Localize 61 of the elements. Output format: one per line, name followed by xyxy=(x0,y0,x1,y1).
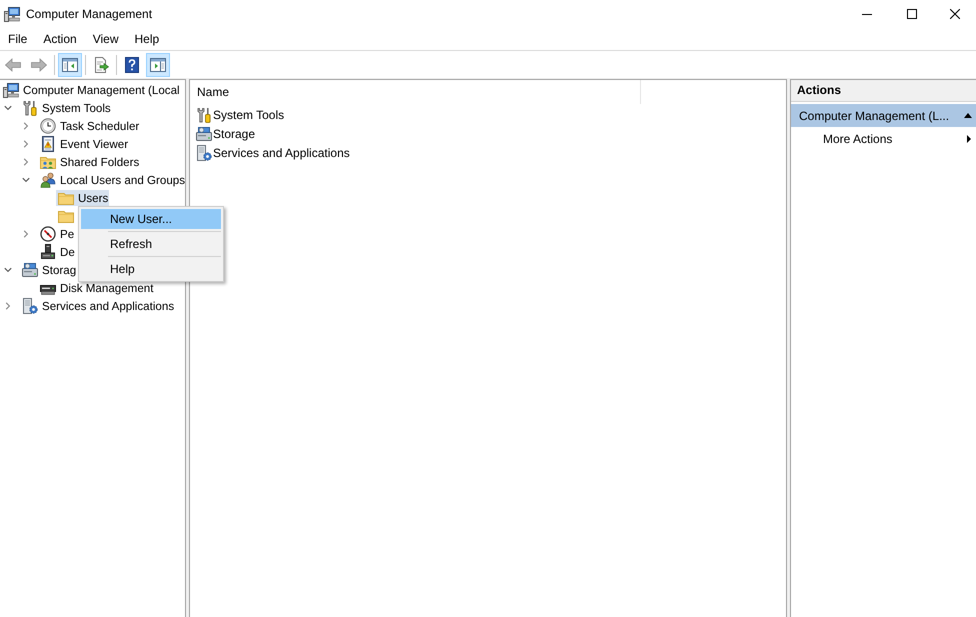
computer-icon xyxy=(4,6,20,22)
pane-header: Actions xyxy=(791,80,976,102)
chevron-right-icon[interactable] xyxy=(22,158,30,166)
show-actions-button[interactable] xyxy=(146,52,170,76)
tree-item[interactable]: Disk Management xyxy=(38,280,154,296)
chevron-down-icon[interactable] xyxy=(4,104,12,112)
wrench-screwdriver-icon xyxy=(22,100,38,116)
menu-item[interactable]: View xyxy=(84,29,126,49)
tree-item[interactable]: Storag xyxy=(20,262,78,278)
wrench-screwdriver-icon xyxy=(196,106,212,122)
storage-drive-icon xyxy=(196,126,212,142)
chevron-right-icon[interactable] xyxy=(22,230,30,238)
chevron-down-icon[interactable] xyxy=(4,266,12,274)
clock-icon xyxy=(40,118,56,134)
list-item[interactable]: System Tools xyxy=(196,106,284,122)
chevron-right-icon[interactable] xyxy=(22,140,30,148)
document-arrow-icon xyxy=(93,56,109,72)
device-icon xyxy=(40,244,56,260)
menu-item[interactable]: Action xyxy=(35,29,85,49)
window-title: Computer Management xyxy=(26,7,154,21)
action-section-header[interactable]: Computer Management (L... xyxy=(791,104,976,127)
tree-item[interactable]: Services and Applications xyxy=(20,298,176,314)
left-arrow-icon xyxy=(5,56,21,72)
shared-folder-icon xyxy=(40,154,56,170)
menu-item[interactable]: New User... xyxy=(81,209,221,229)
menu-item[interactable]: File xyxy=(0,29,36,49)
help-icon xyxy=(124,56,140,72)
tree-item[interactable]: De xyxy=(38,244,76,260)
folder-icon xyxy=(58,190,74,206)
tree-item[interactable]: Computer Management (Local xyxy=(1,82,181,98)
pane-window-icon xyxy=(150,56,166,72)
close-icon xyxy=(950,9,960,19)
server-gear-icon xyxy=(196,144,212,160)
chevron-right-icon[interactable] xyxy=(22,122,30,130)
list-item[interactable]: Services and Applications xyxy=(196,144,350,160)
gauge-icon xyxy=(40,226,56,242)
menu-item[interactable]: Help xyxy=(126,29,168,49)
right-arrow-icon xyxy=(31,56,47,72)
server-gear-icon xyxy=(22,298,38,314)
tree-item[interactable]: Local Users and Groups xyxy=(38,172,185,188)
tree-item[interactable]: Task Scheduler xyxy=(38,118,140,134)
tree-item[interactable]: Pe xyxy=(38,226,76,242)
tree-item[interactable]: System Tools xyxy=(20,100,112,116)
list-item[interactable]: Storage xyxy=(196,126,256,142)
show-tree-button[interactable] xyxy=(58,52,82,76)
computer-icon xyxy=(3,82,19,98)
menu-item[interactable]: Help xyxy=(81,259,221,279)
log-book-icon xyxy=(40,136,56,152)
pane-window-icon xyxy=(62,56,78,72)
action-item[interactable]: More Actions xyxy=(791,127,976,150)
chevron-down-icon[interactable] xyxy=(22,176,30,184)
tree-item[interactable]: Event Viewer xyxy=(38,136,130,152)
menu-item[interactable]: Refresh xyxy=(81,234,221,254)
storage-drive-icon xyxy=(22,262,38,278)
column-header[interactable]: Name xyxy=(190,80,641,104)
tree-item[interactable]: Users xyxy=(56,190,110,206)
tree-item[interactable]: Shared Folders xyxy=(38,154,140,170)
folder-icon xyxy=(58,208,74,224)
chevron-right-icon[interactable] xyxy=(4,302,12,310)
maximize-icon xyxy=(906,9,916,19)
users-icon xyxy=(40,172,56,188)
